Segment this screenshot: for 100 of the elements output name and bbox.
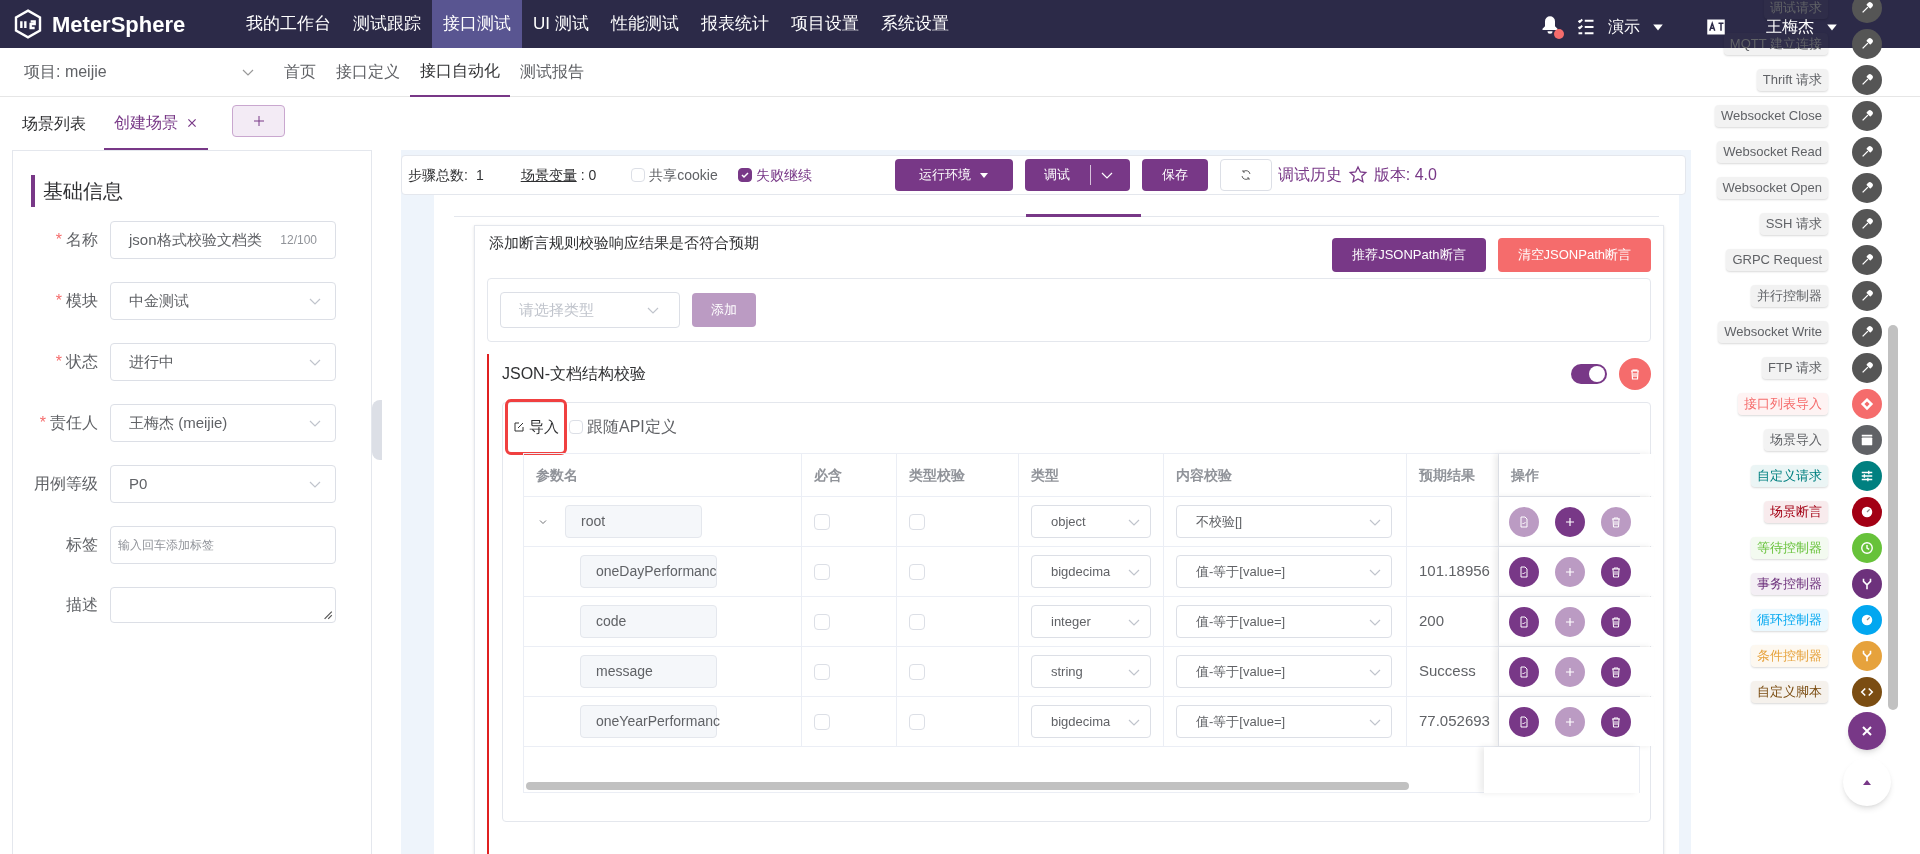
nav-tab[interactable]: UI 测试 [522, 0, 600, 48]
type-select[interactable]: bigdecima [1031, 705, 1151, 738]
step-type-label[interactable]: Websocket Close [1715, 105, 1828, 127]
plus-icon[interactable] [252, 115, 265, 127]
project-select[interactable]: 项目: meijie [24, 47, 264, 97]
delete-button[interactable] [1601, 606, 1631, 637]
nav-tab[interactable]: 测试跟踪 [342, 0, 432, 48]
name-field[interactable]: json格式校验文档类 12/100 [110, 221, 336, 259]
close-icon[interactable] [1861, 725, 1873, 737]
check-button[interactable] [1509, 706, 1539, 737]
checkbox[interactable] [814, 563, 830, 580]
sub-nav-tab[interactable]: 接口自动化 [410, 47, 510, 97]
sub-nav-tab[interactable]: 测试报告 [510, 47, 594, 97]
step-type-label[interactable]: 自定义脚本 [1751, 681, 1828, 703]
delete-button[interactable] [1601, 656, 1631, 687]
step-type-button[interactable] [1852, 101, 1882, 131]
debug-button[interactable]: 调试 [1024, 159, 1130, 191]
task-list-icon[interactable] [1576, 17, 1596, 37]
step-type-button[interactable] [1852, 29, 1882, 59]
step-type-label[interactable]: 自定义请求 [1751, 465, 1828, 487]
checkbox[interactable] [814, 663, 830, 680]
language-icon[interactable] [1706, 17, 1726, 37]
select-field[interactable]: 王梅杰 (meijie) [110, 404, 336, 442]
parameter-name-field[interactable]: oneDayPerformanc [580, 555, 717, 588]
checkbox[interactable] [814, 713, 830, 730]
content-check-select[interactable]: 值-等于[value=] [1176, 705, 1392, 738]
trash-icon[interactable] [1610, 715, 1622, 728]
trash-icon[interactable] [1610, 665, 1622, 678]
panel-collapse-handle[interactable] [372, 400, 382, 460]
document-check-icon[interactable] [1518, 715, 1530, 728]
nav-tab[interactable]: 我的工作台 [235, 0, 342, 48]
nav-tab[interactable]: 项目设置 [779, 0, 870, 48]
step-type-label[interactable]: 场景导入 [1764, 429, 1828, 451]
checkbox[interactable] [814, 513, 830, 530]
resize-handle-icon[interactable] [321, 608, 333, 620]
checkbox[interactable] [909, 563, 925, 580]
step-type-label[interactable]: Websocket Write [1718, 321, 1828, 343]
step-type-label[interactable]: 事务控制器 [1751, 573, 1828, 595]
type-select[interactable]: object [1031, 505, 1151, 538]
step-type-button[interactable] [1852, 137, 1882, 167]
scene-tab[interactable]: 创建场景 [104, 97, 208, 150]
check-button[interactable] [1509, 656, 1539, 687]
checkbox[interactable] [909, 663, 925, 680]
close-menu-button[interactable] [1848, 712, 1886, 750]
step-type-button[interactable] [1852, 209, 1882, 239]
add-button[interactable] [1555, 506, 1585, 537]
step-type-button[interactable] [1852, 173, 1882, 203]
parameter-name-field[interactable]: code [580, 605, 717, 638]
checkbox[interactable]: 失败继续 [737, 164, 812, 186]
content-check-select[interactable]: 值-等于[value=] [1176, 655, 1392, 688]
content-check-select[interactable]: 值-等于[value=] [1176, 605, 1392, 638]
step-type-button[interactable] [1852, 65, 1882, 95]
scene-variables-link[interactable]: 场景变量 [520, 164, 577, 186]
trash-icon[interactable] [1610, 565, 1622, 578]
checkbox[interactable]: 跟随API定义 [569, 415, 677, 439]
checkbox[interactable] [814, 613, 830, 630]
step-type-button[interactable] [1852, 425, 1882, 455]
document-check-icon[interactable] [1518, 515, 1530, 528]
sub-nav-tab[interactable]: 首页 [274, 47, 326, 97]
edit-icon[interactable] [513, 421, 525, 433]
scrollbar[interactable] [1888, 325, 1898, 710]
refresh-icon[interactable] [1239, 169, 1252, 181]
nav-tab[interactable]: 系统设置 [869, 0, 960, 48]
step-type-label[interactable]: Thrift 请求 [1756, 69, 1828, 91]
run-environment-button[interactable]: 运行环境 [894, 159, 1013, 191]
parameter-name-field[interactable]: root [565, 505, 702, 538]
import-button[interactable]: 导入 [513, 415, 559, 439]
step-type-button[interactable] [1852, 317, 1882, 347]
step-type-label[interactable]: GRPC Request [1726, 249, 1828, 271]
star-icon[interactable] [1347, 165, 1368, 185]
checkbox[interactable] [909, 513, 925, 530]
step-type-label[interactable]: Websocket Open [1716, 177, 1828, 199]
step-type-button[interactable] [1852, 353, 1882, 383]
delete-button[interactable] [1601, 706, 1631, 737]
sub-nav-tab[interactable]: 接口定义 [326, 47, 410, 97]
step-type-button[interactable] [1852, 497, 1882, 527]
type-select[interactable]: bigdecima [1031, 555, 1151, 588]
step-type-label[interactable]: SSH 请求 [1759, 213, 1828, 235]
delete-button[interactable] [1601, 556, 1631, 587]
workspace-name[interactable]: 演示 [1608, 15, 1640, 39]
check-button[interactable] [1509, 606, 1539, 637]
content-check-select[interactable]: 不校验[] [1176, 505, 1392, 538]
checkbox[interactable] [909, 713, 925, 730]
toggle-switch[interactable] [1571, 364, 1607, 384]
notification-bell-icon[interactable] [1540, 15, 1564, 39]
nav-tab[interactable]: 接口测试 [432, 0, 522, 48]
step-type-button[interactable] [1852, 569, 1882, 599]
document-check-icon[interactable] [1518, 615, 1530, 628]
check-button[interactable] [1509, 506, 1539, 537]
checkbox[interactable]: 共享cookie [631, 164, 718, 186]
step-type-label[interactable]: 并行控制器 [1751, 285, 1828, 307]
trash-icon[interactable] [1629, 368, 1641, 380]
step-type-button[interactable] [1852, 245, 1882, 275]
tag-input-field[interactable]: 输入回车添加标签 [110, 526, 336, 564]
trash-icon[interactable] [1610, 615, 1622, 628]
checkbox[interactable] [909, 613, 925, 630]
close-icon[interactable] [186, 116, 198, 129]
step-type-label[interactable]: FTP 请求 [1762, 357, 1828, 379]
step-type-button[interactable] [1852, 677, 1882, 707]
step-type-button[interactable] [1852, 281, 1882, 311]
